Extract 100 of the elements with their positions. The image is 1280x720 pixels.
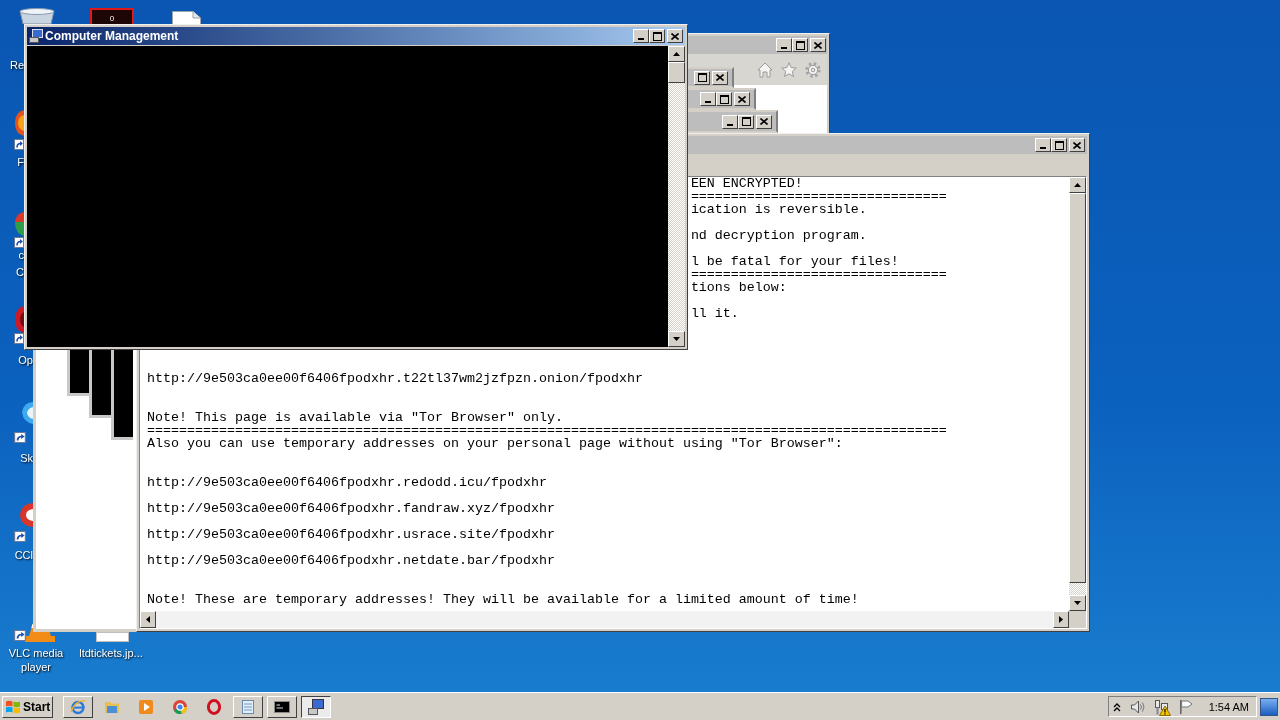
show-desktop-icon[interactable] bbox=[1260, 697, 1278, 716]
scroll-left-button[interactable] bbox=[140, 611, 156, 628]
icon-label: F bbox=[17, 155, 24, 169]
down-arrow-icon bbox=[1074, 601, 1081, 605]
maximize-icon bbox=[795, 40, 805, 50]
text-line: http://9e503ca0ee00f6406fpodxhr.usrace.site/fpodxhr bbox=[147, 528, 555, 541]
minimize-icon bbox=[727, 123, 733, 126]
browser-icon bbox=[70, 698, 86, 715]
horizontal-scrollbar[interactable] bbox=[140, 611, 1069, 628]
minimize-icon bbox=[705, 101, 711, 103]
network-icon[interactable] bbox=[1152, 697, 1171, 716]
scroll-down-button[interactable] bbox=[1069, 595, 1086, 611]
home-icon[interactable] bbox=[757, 61, 773, 78]
maximize-button[interactable] bbox=[716, 92, 732, 106]
text-line: ==================================================================================================== bbox=[147, 424, 947, 437]
scroll-right-button[interactable] bbox=[1053, 611, 1069, 628]
counter-text: 0 bbox=[109, 14, 115, 24]
icon-label: c C bbox=[15, 248, 24, 280]
close-icon bbox=[760, 118, 768, 125]
maximize-icon bbox=[697, 73, 707, 82]
icon-label: VLC media player bbox=[7, 646, 65, 674]
play-icon bbox=[138, 698, 154, 715]
close-button[interactable] bbox=[1069, 138, 1085, 152]
maximize-icon bbox=[741, 117, 751, 126]
taskbar-button[interactable] bbox=[301, 695, 331, 718]
minimize-button[interactable] bbox=[1035, 138, 1051, 152]
scroll-up-button[interactable] bbox=[668, 46, 685, 62]
text-line: ================================ bbox=[690, 190, 947, 203]
chevron-icon[interactable] bbox=[1112, 701, 1121, 712]
app-icon bbox=[15, 306, 24, 333]
close-icon bbox=[716, 74, 724, 81]
icon-label: ltdtickets.jp... bbox=[79, 646, 143, 660]
app-icon bbox=[20, 503, 33, 527]
icon-label: Op bbox=[18, 353, 33, 367]
icon-label: Sk bbox=[20, 451, 33, 465]
close-button[interactable] bbox=[756, 114, 772, 129]
minimize-icon bbox=[1040, 147, 1046, 149]
minimize-button[interactable] bbox=[700, 92, 716, 106]
file-icon bbox=[96, 632, 129, 642]
text-line: Note! These are temporary addresses! They will be available for a limited amount of time! bbox=[147, 593, 859, 606]
icon-label: CCl bbox=[14, 548, 33, 562]
close-icon bbox=[814, 41, 822, 49]
text-line: ================================ bbox=[690, 268, 947, 281]
text-line: l be fatal for your files! bbox=[690, 255, 899, 268]
down-arrow-icon bbox=[673, 337, 680, 341]
up-arrow-icon bbox=[673, 52, 680, 56]
notepad-icon bbox=[240, 698, 256, 715]
close-button[interactable] bbox=[667, 29, 683, 43]
app-icon bbox=[15, 212, 24, 236]
close-icon bbox=[1073, 141, 1081, 149]
minimize-button[interactable] bbox=[633, 29, 649, 43]
minimize-icon bbox=[781, 47, 787, 49]
icon-label: Re bbox=[9, 58, 24, 72]
close-button[interactable] bbox=[810, 38, 826, 52]
text-line: http://9e503ca0ee00f6406fpodxhr.t22tl37wm2jzfpzn.onion/fpodxhr bbox=[147, 372, 643, 385]
text-line: http://9e503ca0ee00f6406fpodxhr.fandraw.xyz/fpodxhr bbox=[147, 502, 555, 515]
close-button[interactable] bbox=[734, 92, 750, 106]
logo-icon bbox=[6, 699, 20, 714]
computer-icon bbox=[308, 698, 324, 715]
minimize-button[interactable] bbox=[776, 38, 792, 52]
text-line: EEN ENCRYPTED! bbox=[690, 177, 803, 190]
right-arrow-icon bbox=[1059, 616, 1063, 623]
scroll-thumb[interactable] bbox=[668, 62, 685, 83]
text-line: ll it. bbox=[690, 307, 739, 320]
computer-icon bbox=[29, 29, 43, 43]
maximize-button[interactable] bbox=[738, 114, 754, 129]
browser-icon bbox=[172, 698, 188, 715]
scroll-up-button[interactable] bbox=[1069, 177, 1086, 193]
settings-icon[interactable] bbox=[805, 61, 821, 78]
text-line: nd decryption program. bbox=[690, 229, 867, 242]
close-icon bbox=[738, 95, 746, 103]
maximize-button[interactable] bbox=[649, 29, 665, 43]
maximize-icon bbox=[719, 94, 729, 104]
maximize-button[interactable] bbox=[792, 38, 808, 52]
close-button[interactable] bbox=[712, 70, 728, 85]
maximize-icon bbox=[1054, 140, 1064, 150]
maximize-button[interactable] bbox=[694, 70, 710, 85]
minimize-icon bbox=[638, 38, 644, 40]
window-title: Computer Management bbox=[45, 28, 179, 44]
clock[interactable]: 1:54 AM bbox=[1208, 699, 1249, 714]
star-icon[interactable] bbox=[781, 61, 797, 78]
maximize-button[interactable] bbox=[1051, 138, 1067, 152]
text-line: http://9e503ca0ee00f6406fpodxhr.netdate.bar/fpodxhr bbox=[147, 554, 555, 567]
scroll-down-button[interactable] bbox=[668, 331, 685, 347]
maximize-icon bbox=[652, 31, 662, 41]
text-line: ication is reversible. bbox=[690, 203, 867, 216]
app-icon bbox=[15, 110, 24, 136]
text-line: Note! This page is available via "Tor Browser" only. bbox=[147, 411, 563, 424]
app-icon bbox=[22, 402, 33, 424]
close-icon bbox=[671, 32, 679, 40]
flag-icon[interactable] bbox=[1177, 698, 1194, 715]
text-line: tions below: bbox=[690, 281, 787, 294]
text-line: Also you can use temporary addresses on your personal page without using "Tor Browser": bbox=[147, 437, 843, 450]
minimize-button[interactable] bbox=[722, 114, 738, 129]
speaker-icon[interactable] bbox=[1129, 698, 1146, 715]
vertical-scrollbar[interactable] bbox=[668, 46, 685, 347]
console-icon bbox=[274, 698, 290, 715]
up-arrow-icon bbox=[1074, 183, 1081, 187]
start-button[interactable]: Start bbox=[2, 695, 53, 718]
text-line: http://9e503ca0ee00f6406fpodxhr.redodd.icu/fpodxhr bbox=[147, 476, 547, 489]
